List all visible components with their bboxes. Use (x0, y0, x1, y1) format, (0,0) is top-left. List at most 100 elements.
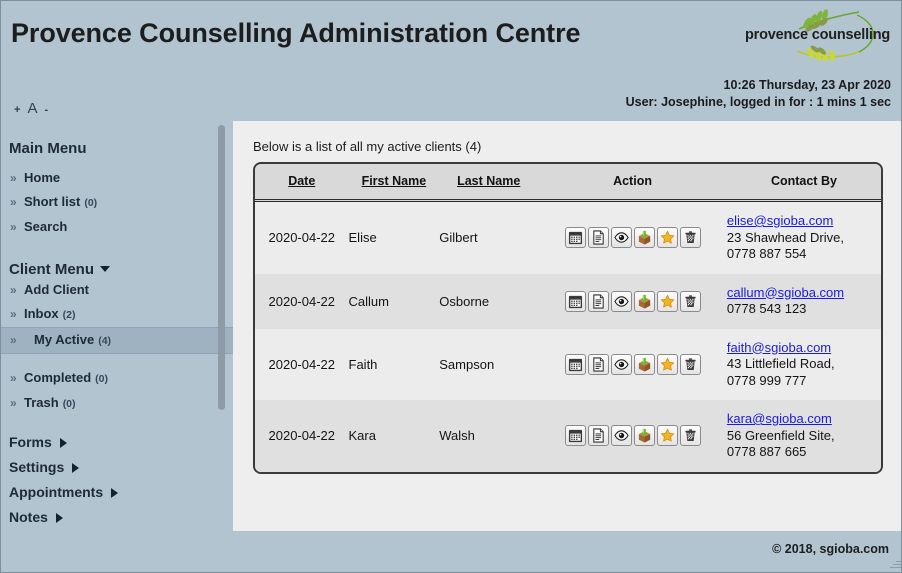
email-link[interactable]: kara@sgioba.com (727, 411, 881, 428)
trash-icon[interactable] (679, 227, 701, 249)
document-icon[interactable] (587, 227, 609, 249)
sidebar-scrollbar-thumb[interactable] (218, 125, 225, 410)
application-window: Provence Counselling Administration Cent… (0, 0, 902, 573)
column-header-date[interactable]: Date (255, 164, 349, 202)
trash-icon[interactable] (679, 353, 701, 375)
cell-contact-by: kara@sgioba.com 56 Greenfield Site, 0778 8… (727, 400, 881, 472)
sort-by-last-name[interactable]: Last Name (457, 174, 520, 188)
cell-first-name: Faith (348, 356, 378, 372)
provence-counselling-logo: provence counselling (737, 9, 897, 61)
sidebar-item-completed[interactable]: » Completed (0) (1, 366, 233, 391)
star-icon[interactable] (656, 227, 678, 249)
star-icon[interactable] (656, 353, 678, 375)
document-icon[interactable] (587, 290, 609, 312)
eye-icon[interactable] (610, 425, 632, 447)
eye-icon[interactable] (610, 290, 632, 312)
sidebar-item-search[interactable]: » Search (1, 215, 233, 239)
font-size-letter[interactable]: A (27, 100, 37, 117)
cell-contact-by: callum@sgioba.com 0778 543 123 (727, 274, 881, 329)
calendar-icon[interactable] (564, 425, 586, 447)
contact-address: 43 Littlefield Road, (726, 356, 835, 371)
document-icon[interactable] (587, 425, 609, 447)
star-icon[interactable] (656, 425, 678, 447)
sidebar-item-label: Trash (24, 395, 59, 410)
cell-date: 2020-04-22 (268, 356, 336, 372)
archive-download-icon[interactable] (633, 425, 655, 447)
email-link[interactable]: faith@sgioba.com (727, 340, 881, 357)
sidebar-item-count: (0) (95, 373, 109, 385)
sidebar-section-label: Appointments (9, 484, 104, 500)
session-info: 10:26 Thursday, 23 Apr 2020 User: Joseph… (626, 77, 891, 111)
sidebar-item-home[interactable]: » Home (1, 166, 233, 190)
font-decrease-button[interactable]: - (44, 104, 48, 116)
double-chevron-right-icon: » (10, 371, 17, 385)
font-size-controls: + A - (14, 100, 48, 117)
sidebar-item-count: (4) (98, 335, 112, 347)
column-header-last-name[interactable]: Last Name (439, 164, 539, 202)
column-header-first-name[interactable]: First Name (348, 164, 440, 202)
sidebar-client-menu-title[interactable]: Client Menu (1, 239, 233, 278)
double-chevron-right-icon: » (10, 195, 17, 209)
sidebar-section-settings[interactable]: Settings (1, 455, 233, 480)
sort-by-date[interactable]: Date (288, 174, 315, 188)
sidebar-item-label: Home (24, 170, 61, 185)
action-button-group (564, 425, 701, 447)
sidebar-section-items: FormsSettingsAppointmentsNotesAdministra… (1, 416, 233, 533)
sidebar-section-label: Notes (9, 509, 48, 525)
font-increase-button[interactable]: + (14, 104, 20, 116)
contact-phone: 0778 543 123 (726, 301, 807, 316)
column-header-contact-by: Contact By (726, 164, 881, 202)
chevron-right-icon (55, 512, 63, 523)
document-icon[interactable] (587, 353, 609, 375)
cell-last-name: Osborne (439, 293, 490, 309)
calendar-icon[interactable] (564, 353, 586, 375)
sidebar-item-add-client[interactable]: » Add Client (1, 278, 233, 302)
calendar-icon[interactable] (564, 227, 586, 249)
sidebar-item-trash[interactable]: » Trash (0) (1, 391, 233, 416)
cell-date: 2020-04-22 (268, 428, 336, 444)
sidebar-navigation: Main Menu » Home» Short list (0)» Search Cli… (1, 121, 233, 533)
sidebar-section-forms[interactable]: Forms (1, 430, 233, 455)
sort-by-first-name[interactable]: First Name (362, 174, 427, 188)
email-link[interactable]: callum@sgioba.com (727, 285, 881, 302)
sidebar-section-appointments[interactable]: Appointments (1, 480, 233, 505)
cell-contact-by: elise@sgioba.com 23 Shawhead Drive, 0778 8… (727, 201, 881, 274)
cell-contact-by: faith@sgioba.com 43 Littlefield Road, 0778… (727, 329, 881, 401)
archive-download-icon[interactable] (633, 353, 655, 375)
cell-action (538, 329, 727, 401)
contact-phone: 0778 887 665 (726, 444, 807, 459)
sidebar-section-notes[interactable]: Notes (1, 505, 233, 530)
eye-icon[interactable] (610, 353, 632, 375)
eye-icon[interactable] (610, 227, 632, 249)
current-datetime: 10:26 Thursday, 23 Apr 2020 (723, 78, 891, 92)
star-icon[interactable] (656, 290, 678, 312)
table-row: 2020-04-22 Callum Osborne callum@sgioba.com… (255, 273, 881, 329)
sidebar-item-my-active[interactable]: » My Active (4) (1, 327, 233, 354)
cell-first-name: Elise (348, 230, 377, 246)
contact-phone: 0778 887 554 (726, 246, 807, 261)
sidebar-item-inbox[interactable]: » Inbox (2) (1, 302, 233, 327)
trash-icon[interactable] (679, 425, 701, 447)
sidebar-item-label: Add Client (24, 282, 89, 297)
sidebar-section-label: Settings (9, 459, 65, 475)
calendar-icon[interactable] (564, 290, 586, 312)
sidebar-item-count: (2) (62, 309, 76, 321)
email-link[interactable]: elise@sgioba.com (727, 213, 881, 230)
trash-icon[interactable] (679, 290, 701, 312)
double-chevron-right-icon: » (10, 307, 17, 321)
double-chevron-right-icon: » (10, 220, 17, 234)
double-chevron-right-icon: » (10, 333, 17, 347)
sidebar-item-short-list[interactable]: » Short list (0) (1, 190, 233, 215)
cell-first-name: Callum (348, 293, 389, 309)
column-header-action: Action (538, 164, 727, 202)
window-resize-grip[interactable] (888, 557, 901, 570)
client-menu-label: Client Menu (9, 261, 94, 278)
sidebar-main-menu-title: Main Menu (9, 140, 87, 157)
cell-action (538, 400, 727, 472)
chevron-right-icon (72, 462, 80, 473)
sidebar-client-items: » Add Client » Inbox (2) » My Active (4) (1, 278, 233, 354)
table-header-row: Date First Name Last Name Action Contact… (255, 164, 881, 202)
main-content-panel: Below is a list of all my active clients… (233, 121, 901, 533)
archive-download-icon[interactable] (633, 290, 655, 312)
archive-download-icon[interactable] (633, 227, 655, 249)
